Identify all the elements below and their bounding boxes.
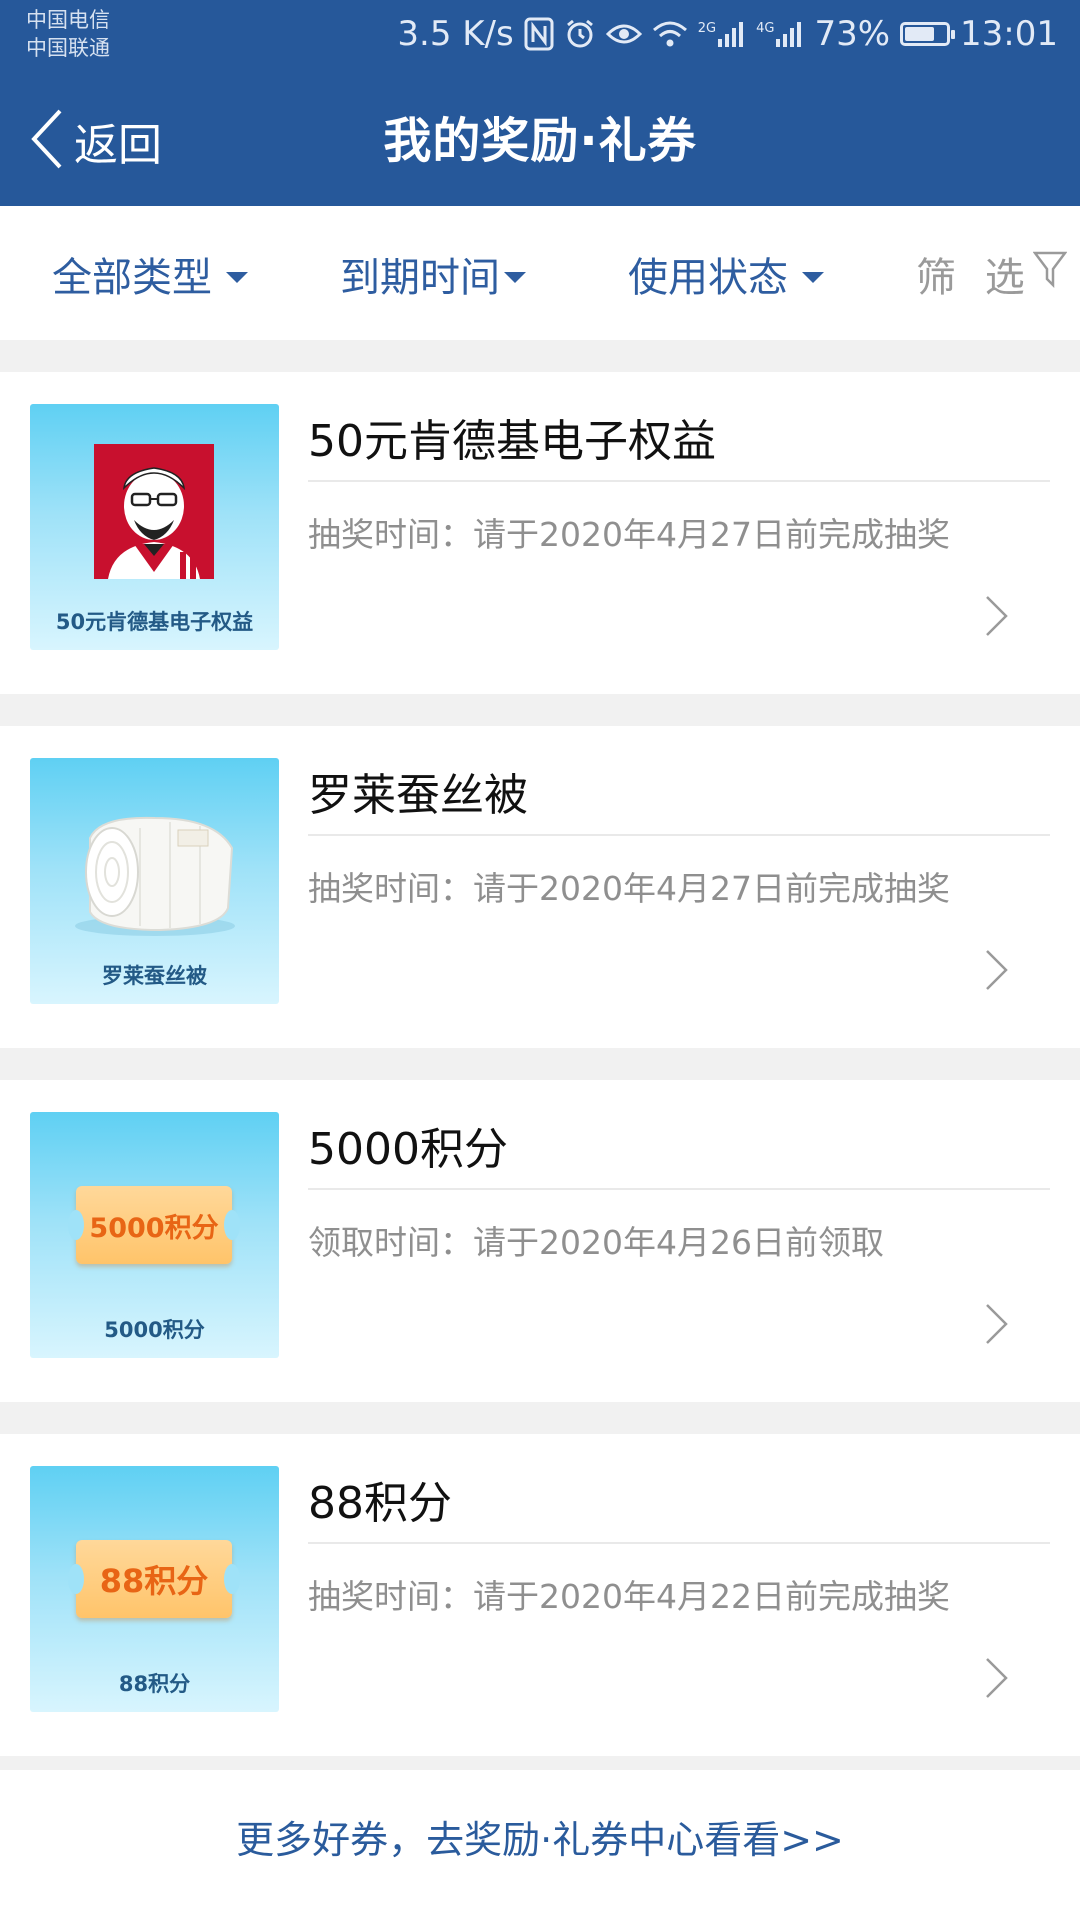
caret-down-icon	[504, 271, 526, 283]
filter-type[interactable]: 全部类型	[52, 246, 248, 302]
battery-fill	[905, 27, 935, 41]
filter-type-label: 全部类型	[52, 255, 212, 301]
nav-bar: 返回 我的奖励·礼券	[0, 76, 1080, 206]
clock: 13:01	[960, 14, 1058, 54]
chevron-right-icon	[984, 948, 1010, 996]
signal-2g-icon: 2G	[698, 21, 746, 47]
filter-expiry[interactable]: 到期时间	[340, 246, 526, 302]
points-ticket: 5000积分	[68, 1186, 240, 1264]
network-2-label: 4G	[756, 21, 775, 36]
title-underline	[308, 1188, 1050, 1190]
section-divider	[0, 694, 1080, 726]
funnel-icon	[1032, 249, 1068, 299]
carrier-2: 中国联通	[26, 36, 110, 60]
coupon-card[interactable]: 罗莱蚕丝被 罗莱蚕丝被 抽奖时间：请于2020年4月27日前完成抽奖	[0, 726, 1080, 1048]
title-underline	[308, 480, 1050, 482]
thumbnail-caption: 50元肯德基电子权益	[55, 610, 254, 634]
section-divider	[0, 1048, 1080, 1080]
section-divider	[0, 340, 1080, 372]
status-bar: 中国电信 中国联通 3.5 K/s 2G 4G 73% 13:01	[0, 0, 1080, 76]
coupon-deadline: 抽奖时间：请于2020年4月27日前完成抽奖	[308, 515, 950, 554]
more-coupons-link[interactable]: 更多好券，去奖励·礼券中心看看>>	[0, 1770, 1080, 1920]
battery-percent: 73%	[814, 14, 891, 54]
coupon-deadline: 领取时间：请于2020年4月26日前领取	[308, 1223, 884, 1262]
coupon-thumbnail: 罗莱蚕丝被	[30, 758, 279, 1004]
battery-icon	[900, 22, 956, 46]
title-underline	[308, 1542, 1050, 1544]
network-speed: 3.5 K/s	[397, 14, 514, 54]
signal-4g-icon: 4G	[756, 21, 804, 47]
coupon-card[interactable]: 50元肯德基电子权益 50元肯德基电子权益 抽奖时间：请于2020年4月27日前…	[0, 372, 1080, 694]
title-underline	[308, 834, 1050, 836]
points-ticket: 88积分	[68, 1540, 240, 1618]
section-divider	[0, 1402, 1080, 1434]
chevron-right-icon	[984, 1302, 1010, 1350]
thumbnail-caption: 罗莱蚕丝被	[102, 964, 207, 988]
chevron-right-icon	[984, 1656, 1010, 1704]
section-divider	[0, 1756, 1080, 1770]
wifi-icon	[652, 20, 688, 48]
filter-status-label: 使用状态	[628, 255, 788, 301]
caret-down-icon	[802, 271, 824, 283]
chevron-right-icon	[984, 594, 1010, 642]
thumbnail-caption: 88积分	[118, 1672, 191, 1696]
coupon-title: 50元肯德基电子权益	[308, 416, 716, 467]
kfc-logo-icon	[94, 444, 214, 579]
network-1-label: 2G	[697, 21, 717, 36]
filter-status[interactable]: 使用状态	[628, 246, 824, 302]
coupon-deadline: 抽奖时间：请于2020年4月22日前完成抽奖	[308, 1577, 950, 1616]
eye-icon	[605, 21, 642, 47]
coupon-card[interactable]: 88积分 88积分 88积分 抽奖时间：请于2020年4月22日前完成抽奖	[0, 1434, 1080, 1756]
coupon-card[interactable]: 5000积分 5000积分 5000积分 领取时间：请于2020年4月26日前领…	[0, 1080, 1080, 1402]
thumbnail-caption: 5000积分	[104, 1318, 205, 1342]
caret-down-icon	[226, 271, 248, 283]
coupon-deadline: 抽奖时间：请于2020年4月27日前完成抽奖	[308, 869, 950, 908]
carrier-1: 中国电信	[26, 8, 110, 32]
coupon-thumbnail: 5000积分 5000积分	[30, 1112, 279, 1358]
filter-screen[interactable]: 筛 选	[916, 246, 1068, 302]
nfc-icon	[524, 17, 554, 51]
filter-screen-label: 筛 选	[916, 255, 1033, 301]
filter-expiry-label: 到期时间	[340, 255, 500, 301]
coupon-title: 罗莱蚕丝被	[308, 770, 528, 821]
filter-bar: 全部类型 到期时间 使用状态 筛 选	[0, 206, 1080, 340]
coupon-title: 88积分	[308, 1478, 452, 1529]
coupon-thumbnail: 50元肯德基电子权益	[30, 404, 279, 650]
carrier-info: 中国电信 中国联通	[26, 6, 110, 62]
coupon-thumbnail: 88积分 88积分	[30, 1466, 279, 1712]
page-title: 我的奖励·礼券	[383, 113, 697, 169]
status-indicators: 3.5 K/s 2G 4G 73% 13:01	[397, 14, 1058, 54]
quilt-icon	[60, 808, 250, 938]
coupon-title: 5000积分	[308, 1124, 508, 1175]
alarm-icon	[564, 18, 596, 50]
